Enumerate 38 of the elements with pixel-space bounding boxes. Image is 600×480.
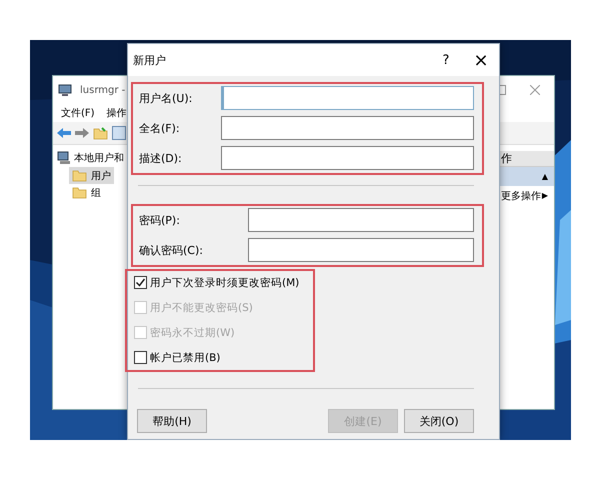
panel-icon[interactable]: [112, 126, 126, 140]
folder-icon: [72, 168, 87, 183]
tree-item[interactable]: 用户: [69, 167, 114, 184]
dialog-button[interactable]: 关闭(O): [404, 409, 474, 433]
close-icon[interactable]: [530, 85, 540, 95]
checkbox-label: 用户不能更改密码(S): [150, 300, 253, 314]
input-field[interactable]: [248, 208, 474, 232]
computer-icon: [57, 151, 71, 165]
window-title: lusrmgr -: [80, 84, 126, 96]
folder-icon[interactable]: [93, 126, 108, 140]
action-item[interactable]: 更多操作▶: [499, 186, 554, 205]
back-arrow-icon[interactable]: [57, 127, 71, 139]
input-field[interactable]: [221, 86, 474, 110]
field-label: 用户名(U):: [139, 90, 194, 106]
checkbox[interactable]: [134, 351, 147, 364]
close-button[interactable]: ×: [463, 50, 499, 70]
field-label: 确认密码(C):: [139, 242, 204, 258]
field-label: 全名(F):: [139, 120, 181, 136]
action-section[interactable]: ▲: [499, 167, 554, 186]
input-field[interactable]: [248, 238, 474, 262]
field-label: 密码(P):: [139, 212, 181, 228]
tree-item[interactable]: 组: [69, 184, 104, 201]
checkbox[interactable]: [134, 276, 147, 289]
menu-item[interactable]: 操作: [106, 106, 127, 120]
help-button[interactable]: ?: [429, 52, 463, 68]
dialog-title: 新用户: [133, 52, 166, 68]
tree-item[interactable]: 本地用户和: [74, 151, 124, 165]
checkbox-label: 帐户已禁用(B): [150, 350, 220, 364]
forward-arrow-icon[interactable]: [75, 127, 89, 139]
checkbox-label: 密码永不过期(W): [150, 326, 235, 340]
checkbox-label: 用户下次登录时须更改密码(M): [150, 276, 300, 290]
menu-item[interactable]: 文件(F): [61, 106, 95, 120]
computer-icon: [58, 83, 72, 97]
pane-header: 作: [499, 151, 554, 167]
field-label: 描述(D):: [139, 150, 183, 166]
input-field[interactable]: [221, 116, 474, 140]
input-field[interactable]: [221, 146, 474, 170]
dialog-button[interactable]: 帮助(H): [137, 409, 207, 433]
